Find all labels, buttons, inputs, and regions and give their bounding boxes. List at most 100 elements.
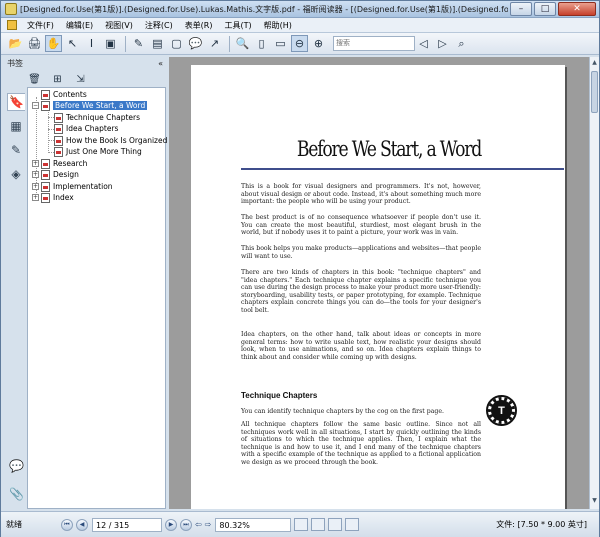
bookmark-before-we-start[interactable]: − Before We Start, a Word [32, 100, 148, 111]
body-paragraph: This is a book for visual designers and … [241, 183, 481, 206]
scroll-up-icon[interactable]: ▲ [590, 59, 599, 68]
body-paragraph: Idea chapters, on the other hand, talk a… [241, 331, 481, 361]
page-number-field[interactable]: 12 / 315 [92, 517, 162, 532]
section-heading: Technique Chapters [241, 391, 318, 400]
menu-file[interactable]: 文件(F) [21, 20, 60, 31]
bookmark-icon [54, 123, 63, 134]
search-prev-icon[interactable]: ◁ [415, 35, 432, 52]
first-page-icon[interactable]: ⏮ [61, 518, 73, 531]
main-toolbar: 📂 🖨 ✋ ↖ I ▣ ✎ ▤ ▢ 💬 ↗ 🔍 ▯ ▭ ⊖ ⊕ ◁ ▷ ⌕ [1, 33, 599, 55]
menu-app-icon[interactable] [7, 20, 17, 30]
continuous-page-icon[interactable] [311, 518, 326, 531]
pages-panel-icon[interactable]: ▦ [7, 117, 25, 135]
open-file-icon[interactable]: 📂 [7, 35, 24, 52]
tree-expand-toggle[interactable]: + [32, 194, 39, 201]
chapter-title: Before We Start, a Word [296, 137, 482, 161]
delete-bookmark-icon[interactable]: 🗑 [27, 72, 42, 87]
status-bar: 就绪 ⏮ ◀ 12 / 315 ▶ ⏭ ⇦ ⇨ 80.32% 文件: [7.50… [1, 511, 599, 537]
attachments-icon[interactable]: 📎 [9, 487, 24, 501]
bookmark-how-organized[interactable]: How the Book Is Organized [54, 135, 167, 146]
sidebar-title: 书签 [7, 58, 23, 68]
bookmark-icon [41, 181, 50, 192]
app-icon [5, 3, 17, 15]
bookmark-research[interactable]: + Research [32, 158, 87, 169]
bookmark-icon [41, 158, 50, 169]
toolbar-separator [125, 35, 126, 52]
add-bookmark-icon[interactable]: ⊞ [50, 72, 65, 87]
menu-comment[interactable]: 注释(C) [139, 20, 179, 31]
tree-collapse-toggle[interactable]: − [32, 102, 39, 109]
comment-icon[interactable]: 💬 [187, 35, 204, 52]
annotations-panel-icon[interactable]: ✎ [7, 141, 25, 159]
back-arrow-icon[interactable]: ⇦ [195, 520, 202, 529]
highlight-icon[interactable]: ▤ [149, 35, 166, 52]
bookmark-technique-chapters[interactable]: Technique Chapters [54, 112, 140, 123]
bookmark-implementation[interactable]: + Implementation [32, 181, 113, 192]
tree-guide-line [48, 108, 49, 153]
maximize-button[interactable]: □ [534, 2, 556, 16]
layers-panel-icon[interactable]: ◈ [7, 165, 25, 183]
bookmark-one-more-thing[interactable]: Just One More Thing [54, 146, 142, 157]
bookmark-contents[interactable]: Contents [32, 89, 87, 100]
close-button[interactable]: ✕ [558, 2, 596, 16]
vertical-scrollbar[interactable]: ▲ ▼ [589, 57, 599, 509]
scroll-thumb[interactable] [591, 71, 598, 113]
bookmark-index[interactable]: + Index [32, 192, 74, 203]
toolbar-separator [229, 35, 230, 52]
zoom-tool-icon[interactable]: 🔍 [234, 35, 251, 52]
fit-page-icon[interactable]: ▯ [253, 35, 270, 52]
tree-expand-toggle[interactable]: + [32, 171, 39, 178]
bookmark-icon [41, 89, 50, 100]
typewriter-icon[interactable]: ✎ [130, 35, 147, 52]
zoom-out-icon[interactable]: ⊖ [291, 35, 308, 52]
pdf-page: Before We Start, a Word This is a book f… [191, 65, 565, 509]
bookmark-icon [41, 192, 50, 203]
bookmark-design[interactable]: + Design [32, 169, 79, 180]
arrow-annotation-icon[interactable]: ↗ [206, 35, 223, 52]
menu-form[interactable]: 表单(R) [179, 20, 219, 31]
title-bar: [Designed.for.Use(第1版)].(Designed.for.Us… [1, 1, 599, 18]
menu-tools[interactable]: 工具(T) [219, 20, 258, 31]
select-arrow-icon[interactable]: ↖ [64, 35, 81, 52]
scroll-down-icon[interactable]: ▼ [590, 497, 599, 506]
document-view[interactable]: Before We Start, a Word This is a book f… [169, 57, 589, 509]
bookmark-panel-icon[interactable]: 🔖 [7, 93, 25, 111]
comments-list-icon[interactable]: 💬 [9, 459, 24, 473]
print-icon[interactable]: 🖨 [26, 35, 43, 52]
bookmark-idea-chapters[interactable]: Idea Chapters [54, 123, 118, 134]
zoom-level-field[interactable]: 80.32% [215, 517, 292, 532]
menu-view[interactable]: 视图(V) [99, 20, 139, 31]
bookmark-icon [54, 135, 63, 146]
next-page-icon[interactable]: ▶ [165, 518, 177, 531]
forward-arrow-icon[interactable]: ⇨ [205, 520, 212, 529]
minimize-button[interactable]: – [510, 2, 532, 16]
cog-icon: T [486, 395, 517, 426]
tree-expand-toggle[interactable]: + [32, 160, 39, 167]
previous-page-icon[interactable]: ◀ [76, 518, 88, 531]
expand-bookmark-icon[interactable]: ⇲ [73, 72, 88, 87]
body-paragraph: There are two kinds of chapters in this … [241, 269, 481, 314]
snapshot-icon[interactable]: ▣ [102, 35, 119, 52]
search-input[interactable] [333, 36, 415, 51]
note-icon[interactable]: ▢ [168, 35, 185, 52]
bookmark-toolbar: 🗑 ⊞ ⇲ [27, 71, 166, 87]
last-page-icon[interactable]: ⏭ [180, 518, 192, 531]
hand-tool-icon[interactable]: ✋ [45, 35, 62, 52]
search-icon[interactable]: ⌕ [453, 35, 470, 52]
body-paragraph: This book helps you make products—applic… [241, 245, 481, 260]
bookmark-icon [41, 169, 50, 180]
search-next-icon[interactable]: ▷ [434, 35, 451, 52]
body-paragraph: The best product is of no consequence wh… [241, 214, 481, 237]
collapse-sidebar-icon[interactable]: « [158, 59, 163, 68]
single-page-icon[interactable] [294, 518, 309, 531]
fit-width-icon[interactable]: ▭ [272, 35, 289, 52]
tree-expand-toggle[interactable]: + [32, 183, 39, 190]
continuous-facing-icon[interactable] [345, 518, 360, 531]
text-select-icon[interactable]: I [83, 35, 100, 52]
facing-page-icon[interactable] [328, 518, 343, 531]
title-rule [241, 168, 564, 170]
menu-help[interactable]: 帮助(H) [258, 20, 298, 31]
zoom-in-icon[interactable]: ⊕ [310, 35, 327, 52]
menu-edit[interactable]: 编辑(E) [60, 20, 99, 31]
app-window: [Designed.for.Use(第1版)].(Designed.for.Us… [0, 0, 600, 537]
